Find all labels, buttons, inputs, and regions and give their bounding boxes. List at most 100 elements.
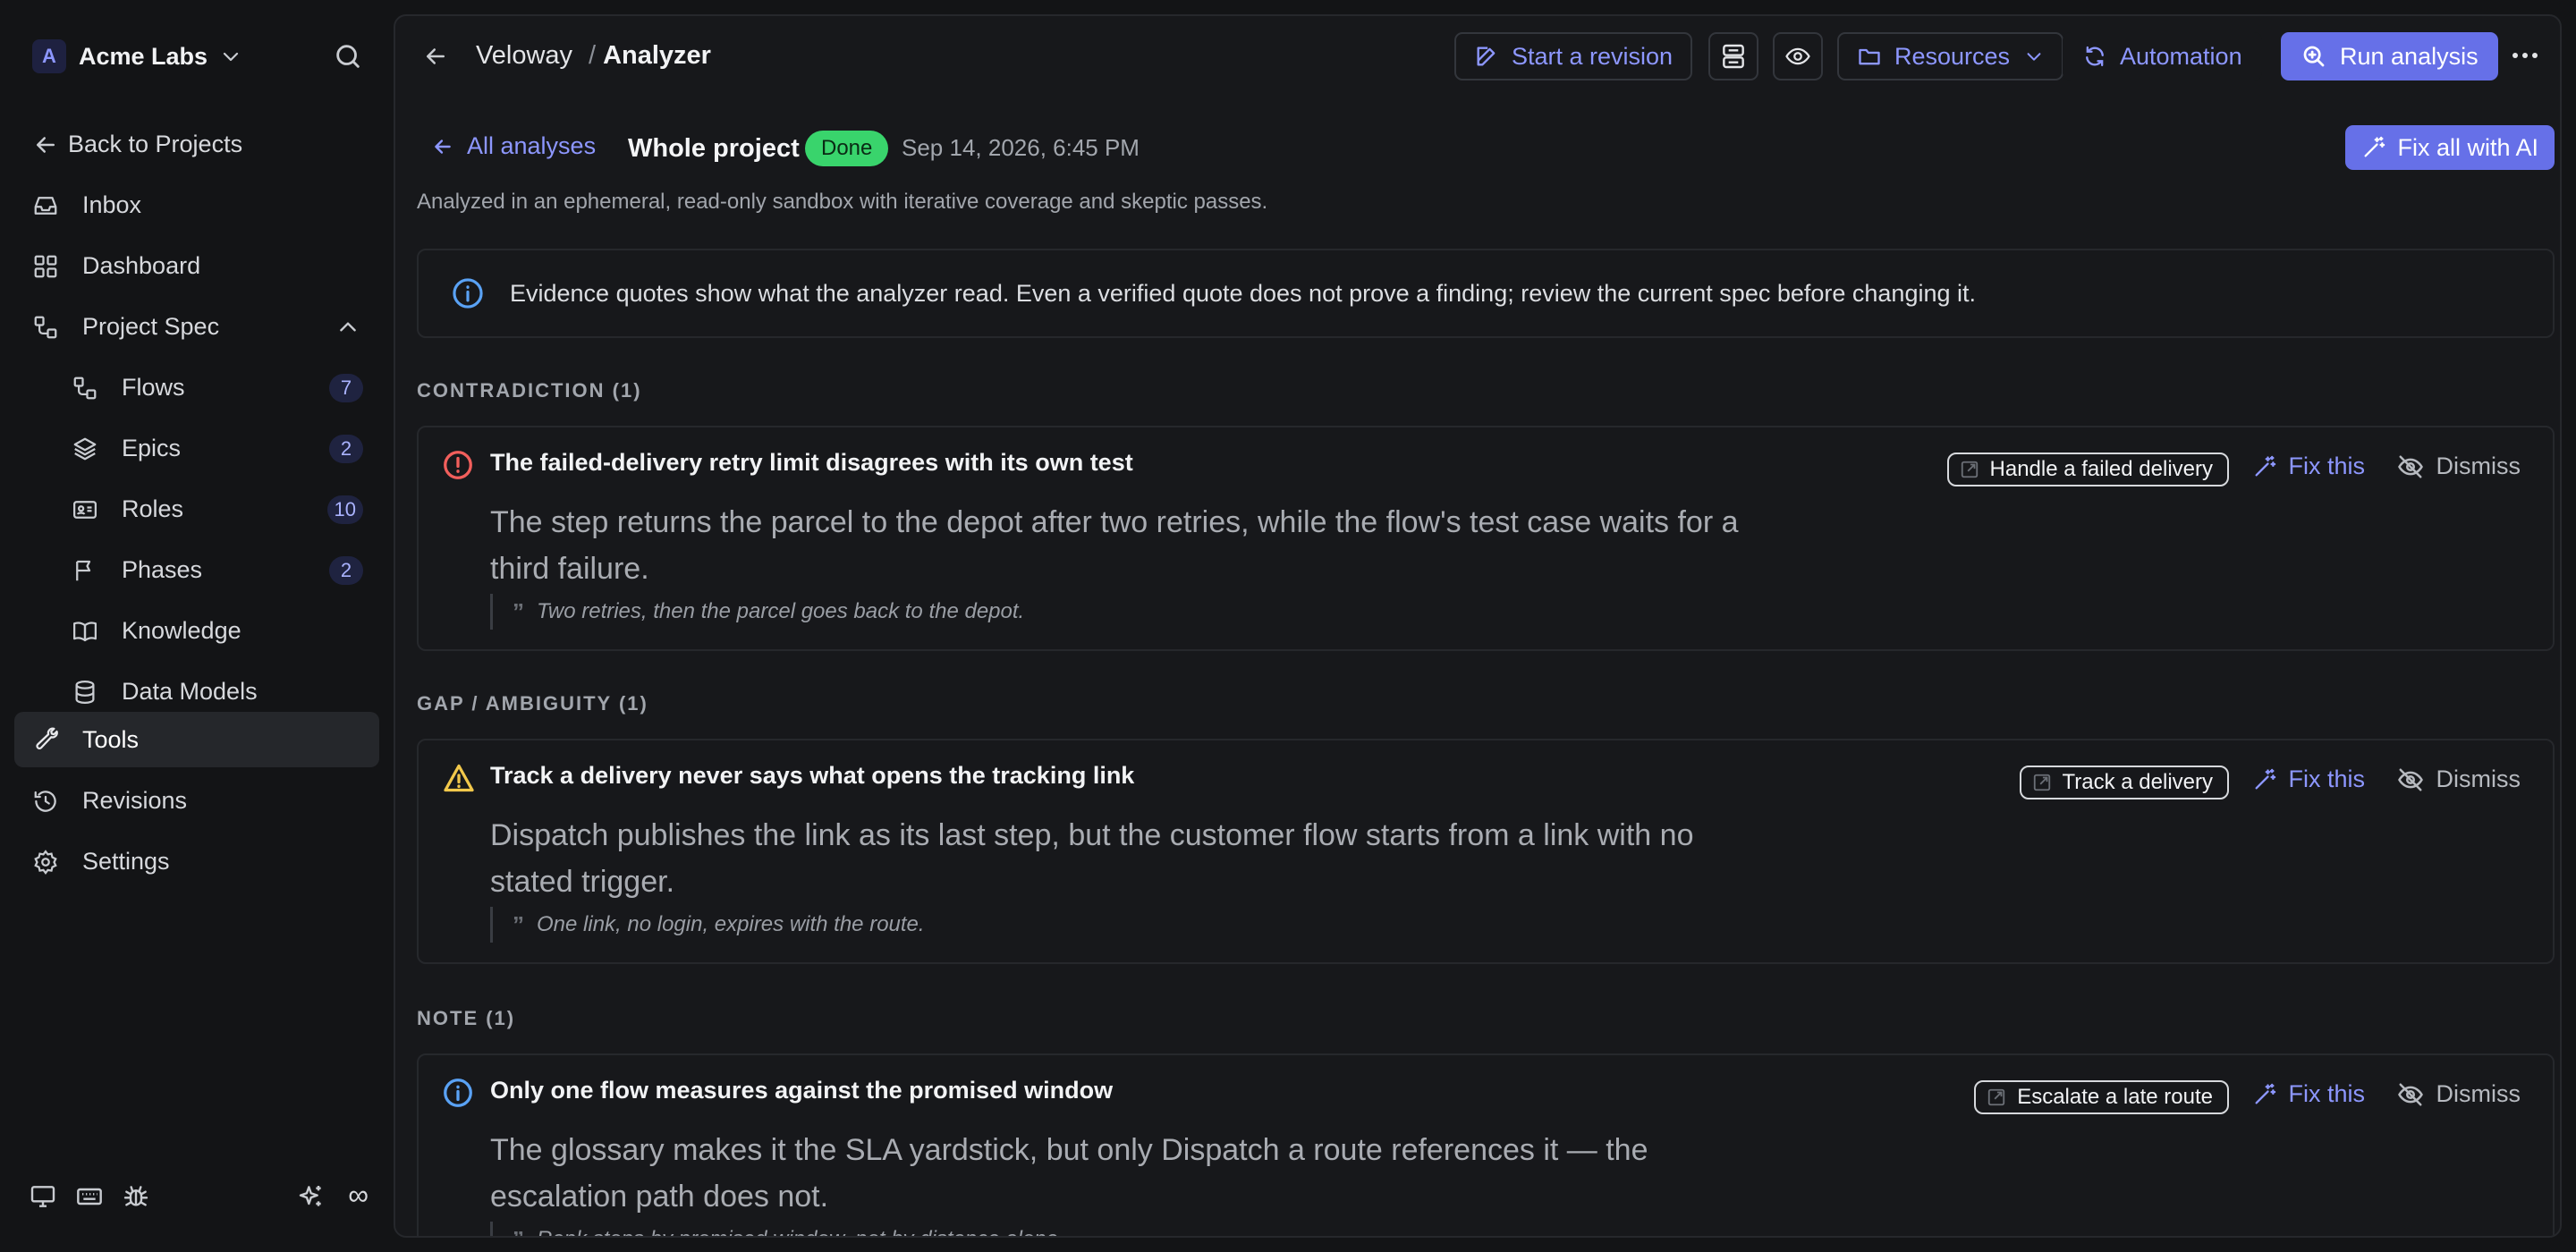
quote-icon: ” [513, 597, 524, 625]
count-badge: 2 [329, 556, 363, 585]
more-options-icon[interactable] [2512, 50, 2538, 61]
chevron-up-icon[interactable] [336, 316, 360, 339]
arrow-left-icon [37, 137, 55, 153]
finding-card: Track a delivery never says what opens t… [417, 739, 2555, 964]
sidebar-item-label: Inbox [82, 190, 142, 218]
sidebar-item-phases[interactable]: Phases 2 [14, 542, 379, 597]
sidebar-item-roles[interactable]: Roles 10 [14, 481, 379, 537]
sidebar-item-epics[interactable]: Epics 2 [14, 420, 379, 476]
resources-label: Resources [1894, 42, 2011, 70]
monitor-icon[interactable] [29, 1182, 57, 1211]
bug-icon[interactable] [122, 1182, 150, 1211]
org-switcher[interactable]: A Acme Labs [32, 36, 242, 77]
keyboard-icon[interactable] [75, 1182, 104, 1211]
sidebar: A Acme Labs Back to Projects Inbox Dashb… [0, 0, 394, 1252]
preview-button[interactable] [1773, 32, 1823, 80]
sidebar-item-project-spec[interactable]: Project Spec [14, 299, 379, 354]
id-card-icon [73, 501, 97, 519]
evidence-quote-text: Two retries, then the parcel goes back t… [537, 599, 1025, 623]
search-icon[interactable] [333, 41, 363, 72]
magic-wand-icon [2255, 455, 2276, 476]
fix-all-with-ai-button[interactable]: Fix all with AI [2345, 125, 2555, 170]
external-link-icon [1988, 1088, 2005, 1106]
arrow-left-icon[interactable] [422, 43, 449, 70]
evidence-quote-text: One link, no login, expires with the rou… [537, 912, 925, 936]
eye-off-icon [2397, 1083, 2423, 1105]
info-circle-icon [444, 1079, 472, 1107]
count-badge: 2 [329, 435, 363, 463]
start-revision-button[interactable]: Start a revision [1454, 32, 1693, 80]
layout-toggle-button[interactable] [1708, 32, 1758, 80]
database-icon [75, 681, 95, 705]
sidebar-item-label: Phases [122, 555, 203, 583]
all-analyses-link[interactable]: All analyses [431, 132, 596, 160]
wrench-icon [36, 727, 58, 750]
breadcrumb-project[interactable]: Veloway [476, 41, 572, 71]
edit-icon [1477, 47, 1496, 66]
sidebar-item-inbox[interactable]: Inbox [14, 177, 379, 233]
dismiss-button[interactable]: Dismiss [2397, 1080, 2521, 1108]
top-bar: Veloway / Analyzer Start a revision Reso… [395, 16, 2560, 98]
fix-this-button[interactable]: Fix this [2252, 453, 2365, 480]
flows-icon [73, 376, 97, 400]
sidebar-footer: ∞ [29, 1179, 369, 1214]
dismiss-label: Dismiss [2436, 766, 2521, 792]
sidebar-item-flows[interactable]: Flows 7 [14, 360, 379, 415]
eye-icon [1785, 47, 1810, 65]
finding-body: The step returns the parcel to the depot… [490, 505, 1739, 586]
sidebar-item-label: Roles [122, 495, 184, 522]
quote-icon: ” [513, 1226, 524, 1237]
sidebar-item-dashboard[interactable]: Dashboard [14, 238, 379, 293]
sidebar-item-tools[interactable]: Tools [14, 712, 379, 767]
section-heading: GAP / AMBIGUITY (1) [417, 692, 648, 715]
sidebar-item-label: Tools [82, 725, 140, 753]
quote-icon: ” [513, 910, 524, 938]
back-to-projects-label: Back to Projects [68, 130, 243, 157]
org-avatar: A [32, 39, 66, 73]
evidence-quote: ” Rank stops by promised window, not by … [490, 1222, 1064, 1237]
sidebar-item-label: Revisions [82, 786, 188, 814]
flow-link-label: Handle a failed delivery [1989, 457, 2213, 481]
dismiss-button[interactable]: Dismiss [2397, 453, 2521, 480]
flow-link-chip[interactable]: Track a delivery [2019, 766, 2229, 799]
folder-icon [1859, 48, 1880, 65]
chevron-down-icon [223, 52, 239, 62]
fix-this-label: Fix this [2288, 1080, 2365, 1107]
all-analyses-label: All analyses [467, 132, 597, 159]
fix-this-label: Fix this [2288, 766, 2365, 792]
flow-link-chip[interactable]: Escalate a late route [1974, 1080, 2229, 1114]
evidence-quote: ” Two retries, then the parcel goes back… [490, 594, 1024, 630]
sidebar-item-settings[interactable]: Settings [14, 833, 379, 889]
sidebar-item-label: Project Spec [82, 312, 220, 340]
sidebar-item-label: Dashboard [82, 251, 201, 279]
evidence-info-banner: Evidence quotes show what the analyzer r… [417, 249, 2555, 338]
external-link-icon [1961, 461, 1978, 478]
analysis-header: All analyses Whole project Done Sep 14, … [395, 116, 2560, 179]
run-analysis-button[interactable]: Run analysis [2281, 32, 2498, 80]
section-heading: CONTRADICTION (1) [417, 379, 642, 402]
resources-dropdown[interactable]: Resources [1837, 32, 2064, 80]
refresh-icon [2086, 46, 2104, 67]
search-analysis-icon [2303, 46, 2325, 67]
automation-label: Automation [2120, 42, 2242, 70]
dashboard-icon [34, 255, 57, 278]
sidebar-item-revisions[interactable]: Revisions [14, 773, 379, 828]
sidebar-item-label: Epics [122, 434, 182, 461]
sidebar-item-knowledge[interactable]: Knowledge [14, 603, 379, 658]
sidebar-item-label: Data Models [122, 677, 258, 705]
back-to-projects-link[interactable]: Back to Projects [14, 116, 379, 172]
sparkles-icon[interactable] [297, 1182, 326, 1211]
fix-this-button[interactable]: Fix this [2252, 766, 2365, 793]
breadcrumb: Veloway / Analyzer [476, 41, 711, 71]
sidebar-item-data-models[interactable]: Data Models [14, 664, 379, 719]
split-panel-icon [1723, 44, 1744, 69]
sidebar-item-label: Knowledge [122, 616, 242, 644]
fix-this-button[interactable]: Fix this [2252, 1080, 2365, 1108]
dismiss-button[interactable]: Dismiss [2397, 766, 2521, 793]
layers-icon [73, 437, 97, 461]
flow-link-chip[interactable]: Handle a failed delivery [1946, 453, 2229, 486]
flag-icon [76, 560, 91, 581]
external-link-icon [2033, 774, 2050, 791]
eye-off-icon [2397, 455, 2423, 478]
automation-button[interactable]: Automation [2063, 32, 2262, 80]
